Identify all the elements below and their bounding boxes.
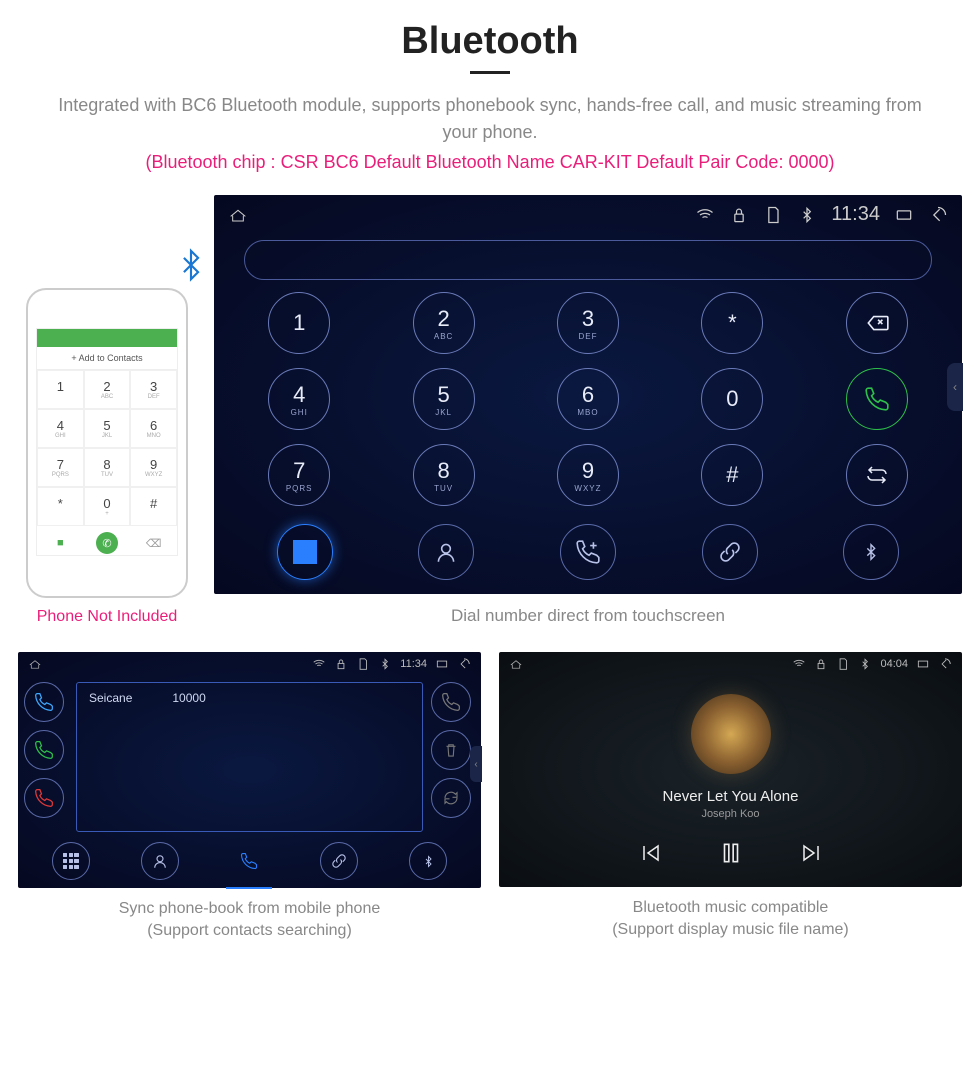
nav-call-log[interactable]: [560, 524, 616, 580]
swap-button[interactable]: [846, 444, 908, 506]
dial-key-6[interactable]: 6MBO: [557, 368, 619, 430]
contact-name: Seicane: [89, 691, 132, 823]
bluetooth-specs: (Bluetooth chip : CSR BC6 Default Blueto…: [0, 152, 980, 173]
contact-list[interactable]: Seicane 10000: [76, 682, 423, 832]
call-button[interactable]: [846, 368, 908, 430]
nav-dialpad[interactable]: [52, 842, 90, 880]
dial-key-*[interactable]: *: [701, 292, 763, 354]
status-time: 04:04: [880, 658, 908, 670]
dial-key-#[interactable]: #: [701, 444, 763, 506]
nav-dialpad[interactable]: [277, 524, 333, 580]
number-input[interactable]: [244, 240, 932, 280]
title-underline: [470, 71, 510, 74]
bluetooth-status-icon: [378, 657, 392, 671]
bluetooth-icon: [174, 248, 208, 291]
sd-icon: [356, 657, 370, 671]
phone-key-*: *: [37, 487, 84, 526]
dial-icon[interactable]: [24, 730, 64, 770]
nav-call-log[interactable]: [230, 842, 268, 880]
status-time: 11:34: [831, 203, 880, 226]
edge-drawer[interactable]: ‹: [470, 746, 482, 782]
home-icon[interactable]: [28, 657, 42, 671]
missed-call-icon[interactable]: [24, 778, 64, 818]
phone-key-3: 3DEF: [130, 370, 177, 409]
phone-key-8: 8TUV: [84, 448, 131, 487]
phone-key-5: 5JKL: [84, 409, 131, 448]
sync-icon[interactable]: [431, 778, 471, 818]
sd-icon: [763, 205, 783, 225]
home-icon[interactable]: [509, 657, 523, 671]
music-caption-1: Bluetooth music compatible: [633, 899, 829, 916]
music-screenshot: 04:04 Never Let You Alone Joseph Koo: [499, 652, 962, 887]
sd-icon: [836, 657, 850, 671]
song-title: Never Let You Alone: [499, 788, 962, 805]
incoming-call-icon[interactable]: [24, 682, 64, 722]
phone-key-4: 4GHI: [37, 409, 84, 448]
back-icon[interactable]: [457, 657, 471, 671]
home-icon[interactable]: [228, 205, 248, 225]
dial-key-7[interactable]: 7PQRS: [268, 444, 330, 506]
dial-key-5[interactable]: 5JKL: [413, 368, 475, 430]
phone-screen-header: [37, 329, 177, 347]
nav-bluetooth[interactable]: [843, 524, 899, 580]
phone-key-#: #: [130, 487, 177, 526]
dialer-screenshot: 11:34 1 2ABC 3DEF * 4GHI 5JKL 6MBO 0 7PQRS 8TUV 9W…: [214, 195, 962, 594]
wifi-icon: [695, 205, 715, 225]
dial-key-4[interactable]: 4GHI: [268, 368, 330, 430]
music-caption-2: (Support display music file name): [612, 921, 849, 938]
phone-key-1: 1: [37, 370, 84, 409]
phonebook-caption-1: Sync phone-book from mobile phone: [119, 900, 381, 917]
dial-key-3[interactable]: 3DEF: [557, 292, 619, 354]
nav-pair[interactable]: [320, 842, 358, 880]
contact-number: 10000: [172, 691, 205, 823]
call-icon: ✆: [96, 532, 118, 554]
lock-icon: [814, 657, 828, 671]
bluetooth-status-icon: [858, 657, 872, 671]
phone-caption: Phone Not Included: [18, 608, 196, 626]
delete-icon[interactable]: [431, 730, 471, 770]
nav-pair[interactable]: [702, 524, 758, 580]
dialer-caption: Dial number direct from touchscreen: [214, 606, 962, 626]
wifi-icon: [312, 657, 326, 671]
dial-key-2[interactable]: 2ABC: [413, 292, 475, 354]
page-title: Bluetooth: [0, 20, 980, 63]
phone-key-7: 7PQRS: [37, 448, 84, 487]
video-call-icon: ■: [49, 532, 71, 554]
back-icon[interactable]: [938, 657, 952, 671]
nav-contacts[interactable]: [141, 842, 179, 880]
add-contacts-row: + Add to Contacts: [37, 347, 177, 370]
phone-key-2: 2ABC: [84, 370, 131, 409]
dial-key-1[interactable]: 1: [268, 292, 330, 354]
nav-contacts[interactable]: [418, 524, 474, 580]
phone-key-9: 9WXYZ: [130, 448, 177, 487]
next-track-button[interactable]: [800, 841, 824, 872]
status-time: 11:34: [400, 658, 427, 670]
edge-drawer[interactable]: ‹: [947, 363, 963, 411]
dial-key-8[interactable]: 8TUV: [413, 444, 475, 506]
prev-track-button[interactable]: [638, 841, 662, 872]
phone-key-0: 0+: [84, 487, 131, 526]
phonebook-caption-2: (Support contacts searching): [147, 922, 352, 939]
backspace-key[interactable]: [846, 292, 908, 354]
artist-name: Joseph Koo: [499, 808, 962, 820]
back-icon[interactable]: [928, 205, 948, 225]
dial-key-0[interactable]: 0: [701, 368, 763, 430]
phone-mockup: + Add to Contacts 12ABC3DEF 4GHI5JKL6MNO 7…: [26, 288, 188, 598]
lock-icon: [729, 205, 749, 225]
call-contact-icon[interactable]: [431, 682, 471, 722]
wifi-icon: [792, 657, 806, 671]
play-pause-button[interactable]: [718, 840, 744, 873]
recent-apps-icon[interactable]: [894, 205, 914, 225]
nav-bluetooth[interactable]: [409, 842, 447, 880]
recent-apps-icon[interactable]: [435, 657, 449, 671]
bluetooth-status-icon: [797, 205, 817, 225]
album-art: [691, 694, 771, 774]
lock-icon: [334, 657, 348, 671]
recent-apps-icon[interactable]: [916, 657, 930, 671]
phone-key-6: 6MNO: [130, 409, 177, 448]
description: Integrated with BC6 Bluetooth module, su…: [0, 92, 980, 146]
phonebook-screenshot: 11:34 Seicane 10000: [18, 652, 481, 888]
dial-key-9[interactable]: 9WXYZ: [557, 444, 619, 506]
backspace-icon: ⌫: [143, 532, 165, 554]
